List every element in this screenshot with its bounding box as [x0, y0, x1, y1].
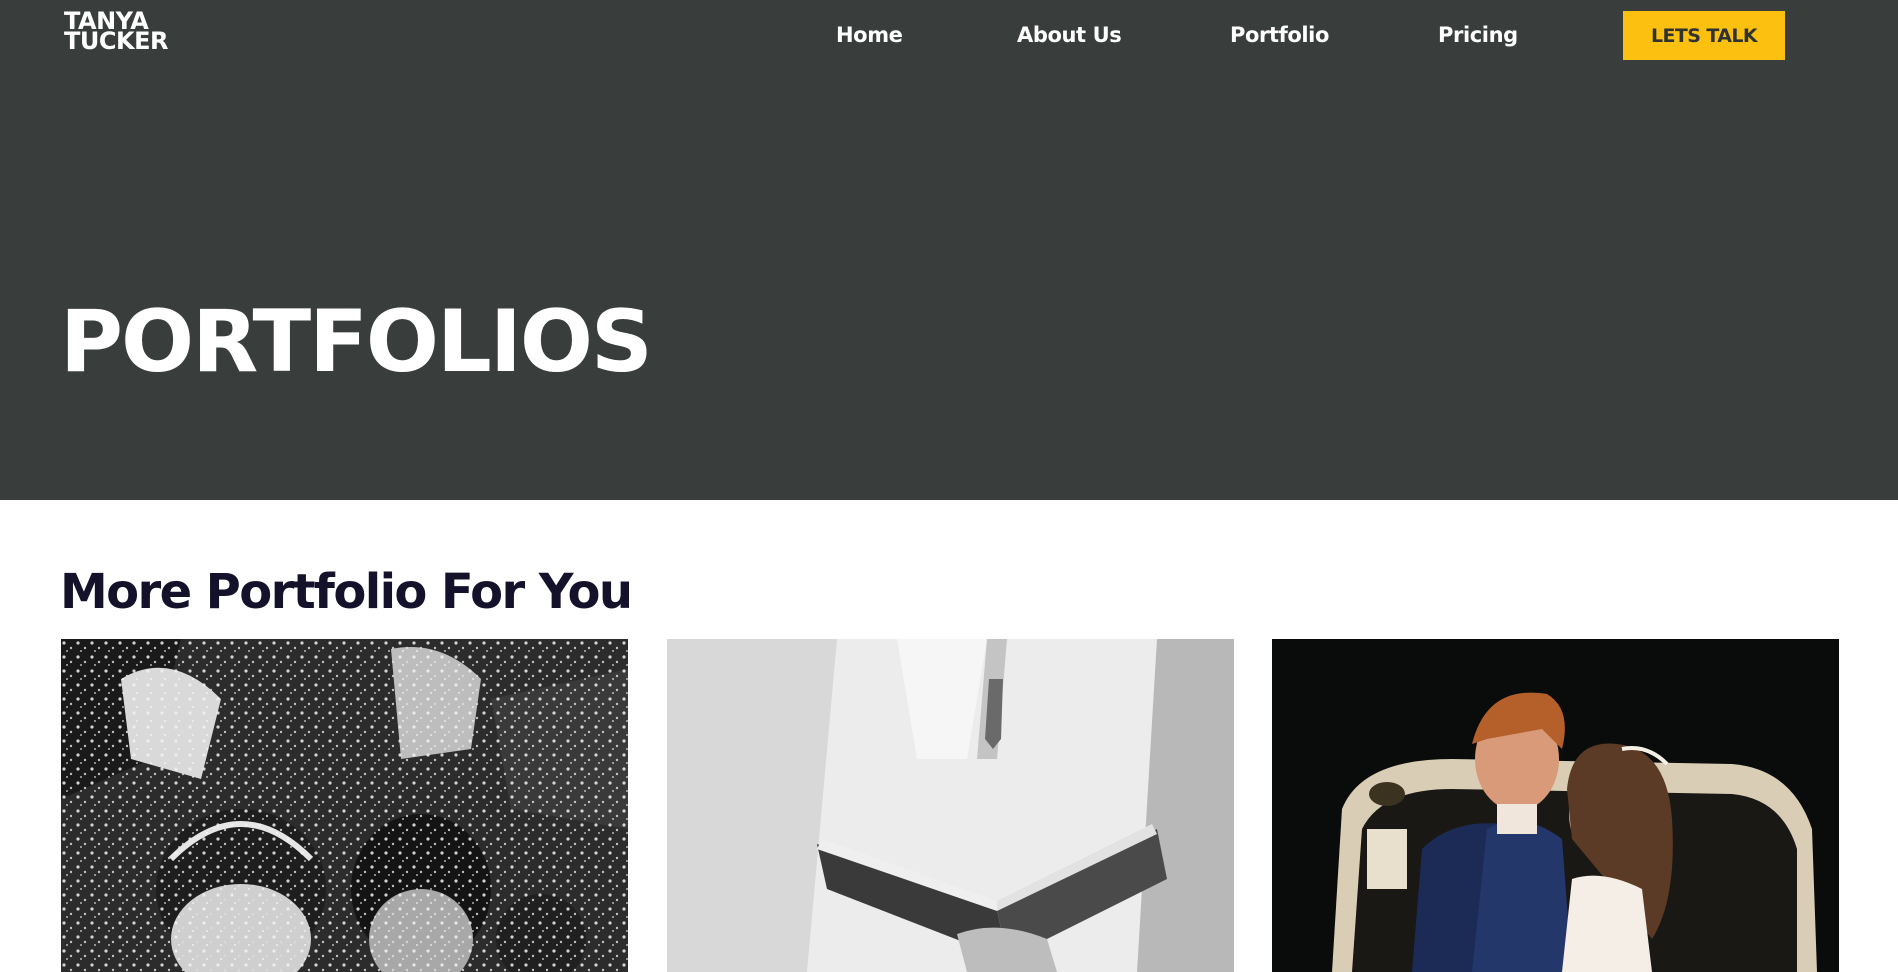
officiant-holding-book-photo	[667, 639, 1234, 972]
nav-item-pricing[interactable]: Pricing	[1438, 23, 1518, 47]
page-title: PORTFOLIOS	[60, 292, 653, 392]
portfolio-card-1[interactable]	[61, 639, 628, 972]
portfolio-card-2[interactable]	[667, 639, 1234, 972]
lets-talk-button[interactable]: LETS TALK	[1623, 11, 1785, 60]
nav-item-about-us[interactable]: About Us	[1017, 23, 1122, 47]
nav-item-portfolio[interactable]: Portfolio	[1230, 23, 1329, 47]
section-title: More Portfolio For You	[60, 564, 633, 620]
confetti-couple-photo	[61, 639, 628, 972]
couple-kissing-at-night-photo	[1272, 639, 1839, 972]
portfolio-card-3[interactable]	[1272, 639, 1839, 972]
main-nav: Home About Us Portfolio Pricing LETS TAL…	[0, 0, 1898, 72]
hero-banner: TANYA TUCKER Home About Us Portfolio Pri…	[0, 0, 1898, 500]
nav-item-home[interactable]: Home	[836, 23, 903, 47]
